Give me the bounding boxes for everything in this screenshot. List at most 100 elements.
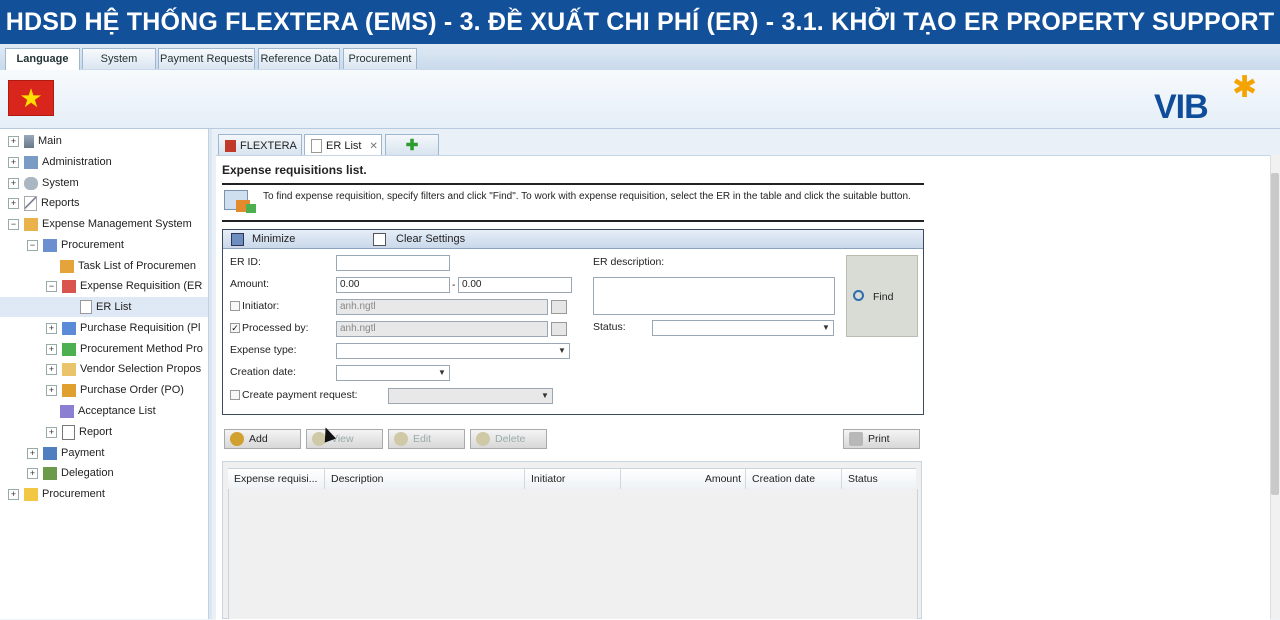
chevron-down-icon[interactable]: ▼ [819, 321, 833, 335]
find-button[interactable]: Find [846, 255, 918, 337]
view-button[interactable]: View [306, 429, 383, 449]
clear-settings-icon[interactable] [373, 233, 386, 246]
expense-type-select[interactable]: ▼ [336, 343, 570, 359]
scrollbar-thumb[interactable] [1271, 173, 1279, 495]
expense-requisition-icon [62, 279, 76, 293]
tree-item-acceptance-list[interactable]: Acceptance List [60, 401, 156, 421]
expand-icon[interactable]: + [8, 197, 19, 209]
column-initiator[interactable]: Initiator [525, 469, 621, 489]
procurement-method-icon [62, 342, 76, 356]
add-tab-button[interactable]: ✚ [385, 134, 439, 156]
tree-item-reports[interactable]: + Reports [8, 193, 80, 213]
initiator-lookup-icon[interactable] [551, 300, 567, 314]
tree-label: Payment [61, 447, 105, 459]
tab-label: ER List [326, 140, 362, 152]
tree-label: Purchase Order (PO) [80, 384, 184, 396]
tree-item-procurement-method[interactable]: + Procurement Method Pro [46, 339, 203, 359]
tree-item-er-list[interactable]: ER List [0, 297, 208, 317]
clear-settings-button[interactable]: Clear Settings [396, 233, 465, 245]
page-title: Expense requisitions list. [222, 163, 367, 177]
column-status[interactable]: Status [842, 469, 916, 489]
amount-to-input[interactable]: 0.00 [458, 277, 572, 293]
initiator-checkbox[interactable] [230, 301, 240, 311]
menu-tab-payment-requests[interactable]: Payment Requests [158, 48, 255, 69]
tree-item-purchase-requisition[interactable]: + Purchase Requisition (Pl [46, 318, 200, 338]
tab-er-list[interactable]: ER List ✕ [304, 134, 382, 156]
tree-item-purchase-order[interactable]: + Purchase Order (PO) [46, 380, 184, 400]
tree-label: Expense Requisition (ER [80, 280, 203, 292]
processed-by-input[interactable]: anh.ngtl [336, 321, 548, 337]
expand-icon[interactable]: + [46, 322, 57, 334]
processed-by-lookup-icon[interactable] [551, 322, 567, 336]
status-select[interactable]: ▼ [652, 320, 834, 336]
expand-icon[interactable]: + [46, 363, 57, 375]
chevron-down-icon[interactable]: ▼ [538, 389, 552, 403]
column-creation-date[interactable]: Creation date [746, 469, 842, 489]
status-label: Status: [593, 321, 626, 333]
tree-item-task-list[interactable]: Task List of Procuremen [60, 256, 196, 276]
creation-date-select[interactable]: ▼ [336, 365, 450, 381]
tree-item-procurement-root[interactable]: + Procurement [8, 484, 105, 504]
tree-item-expense-requisition[interactable]: − Expense Requisition (ER [46, 276, 202, 296]
add-button[interactable]: Add [224, 429, 301, 449]
tab-flextera[interactable]: FLEXTERA [218, 134, 302, 156]
minimize-icon[interactable] [231, 233, 244, 246]
tree-label: Delegation [61, 467, 114, 479]
search-icon [853, 290, 864, 301]
create-payment-select[interactable]: ▼ [388, 388, 553, 404]
grid-body [228, 489, 918, 619]
collapse-icon[interactable]: − [46, 280, 57, 292]
print-button[interactable]: Print [843, 429, 920, 449]
processed-by-label: Processed by: [242, 322, 309, 334]
expand-icon[interactable]: + [46, 426, 57, 438]
find-label: Find [873, 291, 894, 303]
tree-item-report[interactable]: + Report [46, 422, 112, 442]
minimize-button[interactable]: Minimize [252, 233, 295, 245]
menu-tab-procurement[interactable]: Procurement [343, 48, 417, 69]
tree-item-expense-management-system[interactable]: − Expense Management System [8, 214, 192, 234]
column-expense-requisition[interactable]: Expense requisi... [228, 469, 325, 489]
tree-item-procurement-group[interactable]: − Procurement [27, 235, 124, 255]
vib-logo: VIB ✱ [1152, 71, 1272, 126]
menu-tab-reference-data[interactable]: Reference Data [258, 48, 340, 69]
edit-button[interactable]: Edit [388, 429, 465, 449]
vietnam-flag-icon[interactable]: ★ [9, 81, 53, 115]
divider [222, 183, 924, 185]
create-payment-checkbox[interactable] [230, 390, 240, 400]
tree-item-system[interactable]: + System [8, 173, 79, 193]
tree-item-vendor-selection[interactable]: + Vendor Selection Propos [46, 359, 201, 379]
menu-tab-system[interactable]: System [82, 48, 156, 69]
initiator-input[interactable]: anh.ngtl [336, 299, 548, 315]
er-id-input[interactable] [336, 255, 450, 271]
expand-icon[interactable]: + [8, 135, 19, 147]
tree-item-payment[interactable]: + Payment [27, 443, 104, 463]
expand-icon[interactable]: + [8, 488, 19, 500]
info-icon [222, 188, 258, 216]
header-band: ★ VIB ✱ [0, 70, 1280, 129]
tree-item-main[interactable]: + Main [8, 131, 62, 151]
processed-by-checkbox[interactable]: ✓ [230, 323, 240, 333]
chevron-down-icon[interactable]: ▼ [435, 366, 449, 380]
amount-from-input[interactable]: 0.00 [336, 277, 450, 293]
expand-icon[interactable]: + [8, 177, 19, 189]
tree-label: Main [38, 135, 62, 147]
tree-item-delegation[interactable]: + Delegation [27, 463, 114, 483]
tree-label: Procurement Method Pro [80, 343, 203, 355]
expand-icon[interactable]: + [27, 467, 38, 479]
column-description[interactable]: Description [325, 469, 525, 489]
expand-icon[interactable]: + [27, 447, 38, 459]
expand-icon[interactable]: + [46, 384, 57, 396]
delete-button[interactable]: Delete [470, 429, 547, 449]
add-icon [230, 432, 244, 446]
collapse-icon[interactable]: − [27, 239, 38, 251]
delete-label: Delete [495, 433, 526, 445]
menu-tab-language[interactable]: Language [5, 48, 80, 70]
collapse-icon[interactable]: − [8, 218, 19, 230]
column-amount[interactable]: Amount [621, 469, 746, 489]
expand-icon[interactable]: + [46, 343, 57, 355]
er-description-input[interactable] [593, 277, 835, 315]
expand-icon[interactable]: + [8, 156, 19, 168]
chevron-down-icon[interactable]: ▼ [555, 344, 569, 358]
tree-item-administration[interactable]: + Administration [8, 152, 112, 172]
amount-separator: - [452, 279, 456, 291]
